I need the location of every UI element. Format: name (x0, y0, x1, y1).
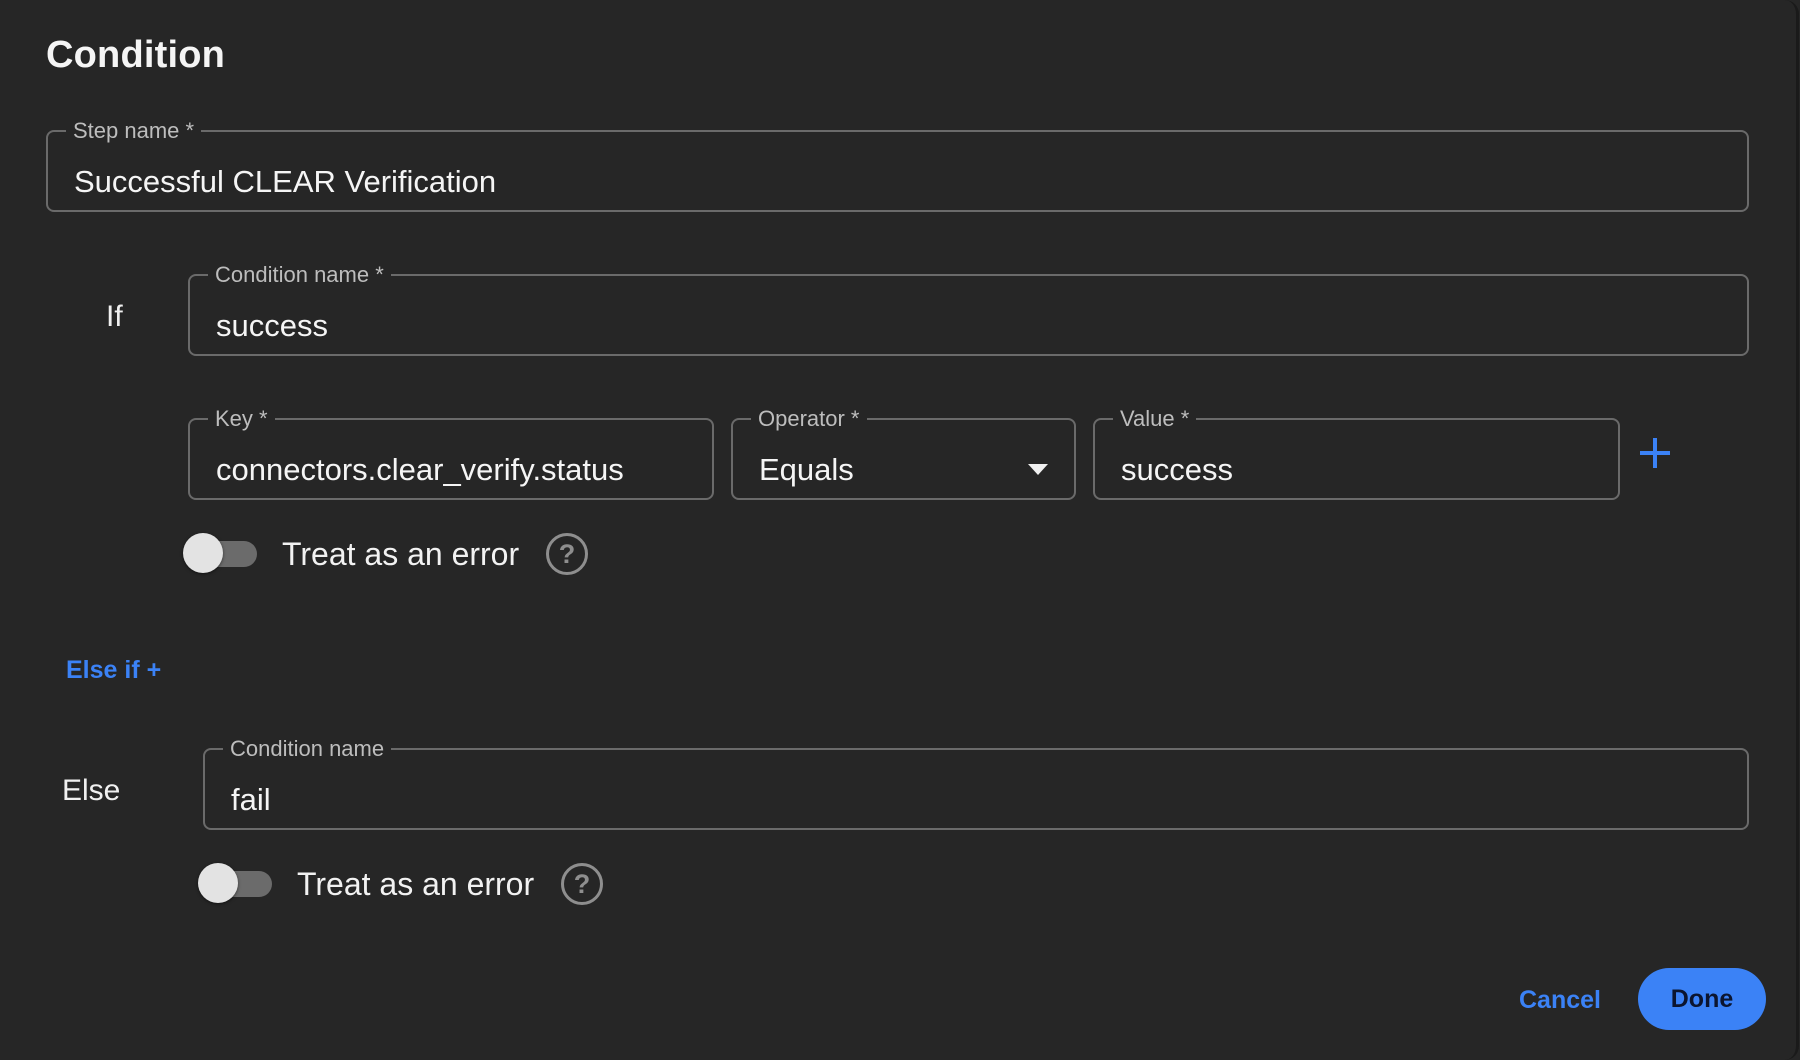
question-circle-icon[interactable]: ? (546, 533, 588, 575)
if-condition-name-value[interactable]: success (216, 308, 328, 344)
if-treat-as-error-label: Treat as an error (282, 536, 520, 572)
if-label: If (106, 300, 123, 333)
value-label: Value * (1120, 406, 1190, 431)
operator-label: Operator * (758, 406, 860, 431)
step-name-field[interactable]: Step name * Successful CLEAR Verificatio… (46, 120, 1749, 212)
toggle-thumb (198, 863, 238, 903)
operator-value[interactable]: Equals (759, 452, 854, 488)
else-treat-as-error-toggle[interactable] (198, 863, 274, 903)
else-condition-name-field[interactable]: Condition name fail (203, 738, 1749, 830)
key-field[interactable]: Key * connectors.clear_verify.status (188, 408, 714, 500)
done-button[interactable]: Done (1638, 968, 1766, 1030)
if-treat-as-error-toggle[interactable] (183, 533, 259, 573)
else-if-add-link[interactable]: Else if + (66, 656, 161, 685)
step-name-label: Step name * (73, 118, 195, 143)
if-condition-name-label: Condition name * (215, 262, 384, 287)
plus-icon[interactable] (1638, 436, 1672, 470)
key-value[interactable]: connectors.clear_verify.status (216, 452, 624, 488)
question-circle-icon[interactable]: ? (561, 863, 603, 905)
operator-select[interactable]: Operator * Equals (731, 408, 1076, 500)
step-name-value[interactable]: Successful CLEAR Verification (74, 164, 496, 200)
toggle-thumb (183, 533, 223, 573)
else-label: Else (62, 774, 121, 807)
key-label: Key * (215, 406, 268, 431)
value-field[interactable]: Value * success (1093, 408, 1620, 500)
dialog-title: Condition (46, 34, 226, 76)
condition-dialog: Condition Step name * Successful CLEAR V… (0, 0, 1799, 1060)
else-treat-as-error-label: Treat as an error (297, 866, 535, 902)
chevron-down-icon[interactable] (1028, 464, 1048, 475)
value-value[interactable]: success (1121, 452, 1233, 488)
cancel-button[interactable]: Cancel (1519, 986, 1601, 1015)
else-condition-name-label: Condition name (230, 736, 385, 761)
else-condition-name-value[interactable]: fail (231, 782, 271, 818)
if-condition-name-field[interactable]: Condition name * success (188, 264, 1749, 356)
